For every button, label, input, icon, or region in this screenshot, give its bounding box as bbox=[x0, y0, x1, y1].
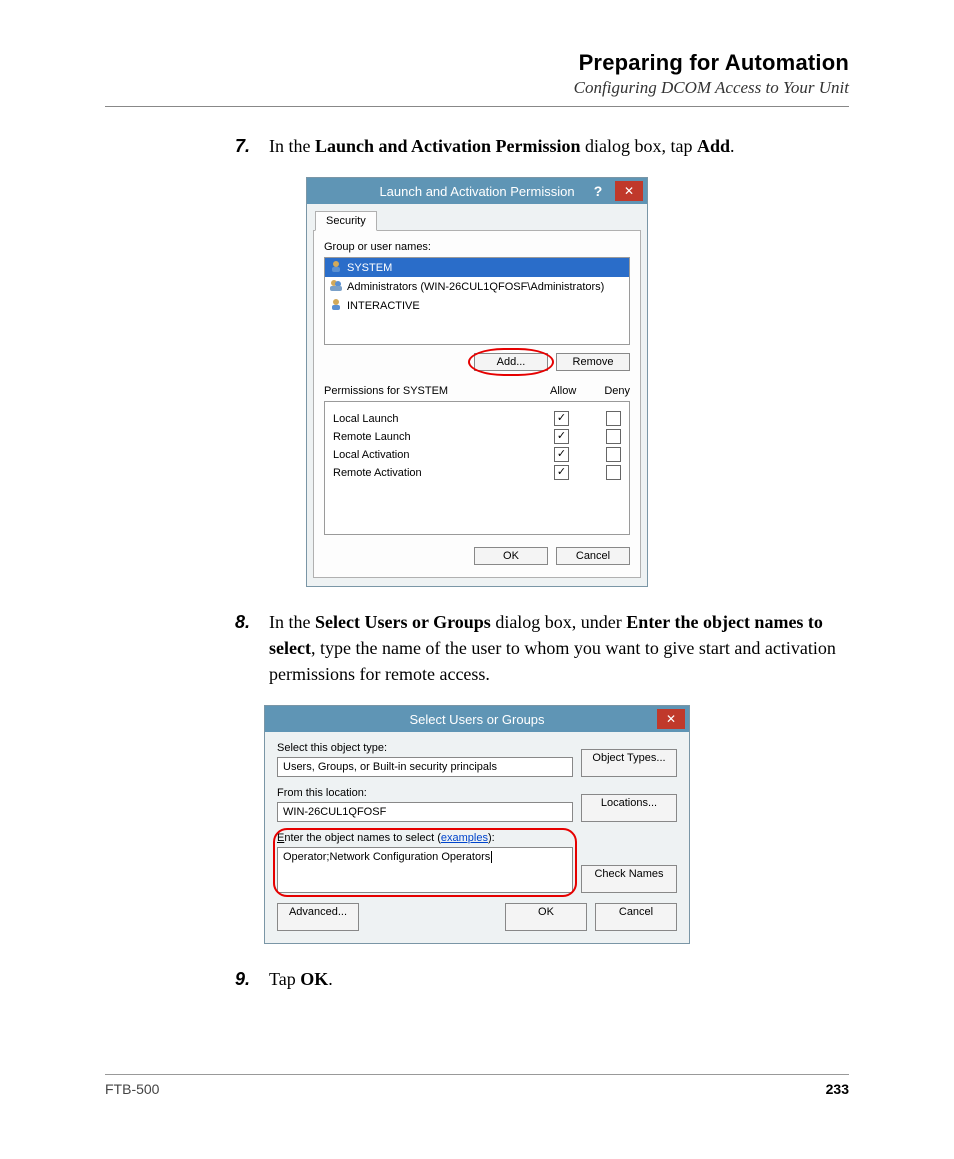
location-label: From this location: bbox=[277, 787, 573, 799]
text: Tap bbox=[269, 969, 300, 989]
locations-button[interactable]: Locations... bbox=[581, 794, 677, 822]
user-icon bbox=[329, 297, 347, 314]
highlight-add: Add... bbox=[474, 353, 548, 371]
text: . bbox=[328, 969, 333, 989]
list-item[interactable]: INTERACTIVE bbox=[325, 296, 629, 315]
input-value: Operator;Network Configuration Operators bbox=[283, 851, 490, 863]
examples-link[interactable]: examples bbox=[441, 832, 488, 844]
text-bold: Add bbox=[697, 136, 730, 156]
advanced-button[interactable]: Advanced... bbox=[277, 903, 359, 931]
object-type-label: Select this object type: bbox=[277, 742, 573, 754]
cancel-button[interactable]: Cancel bbox=[595, 903, 677, 931]
step-9: 9. Tap OK. bbox=[235, 966, 849, 992]
ok-button[interactable]: OK bbox=[474, 547, 548, 565]
user-list[interactable]: SYSTEM Administrators (WIN-26CUL1QFOSF\Ad… bbox=[324, 257, 630, 345]
titlebar: Select Users or Groups ✕ bbox=[265, 706, 689, 732]
deny-checkbox[interactable] bbox=[606, 465, 621, 480]
text: dialog box, tap bbox=[581, 136, 697, 156]
step-number: 8. bbox=[235, 609, 269, 687]
remove-button[interactable]: Remove bbox=[556, 353, 630, 371]
dialog-title: Select Users or Groups bbox=[265, 712, 689, 727]
user-icon bbox=[329, 259, 347, 276]
close-icon[interactable]: ✕ bbox=[657, 709, 685, 729]
page-number: 233 bbox=[826, 1081, 849, 1097]
list-item-label: Administrators (WIN-26CUL1QFOSF\Administ… bbox=[347, 281, 604, 293]
deny-header: Deny bbox=[604, 385, 630, 397]
text-cursor bbox=[491, 851, 492, 863]
object-names-input[interactable]: Operator;Network Configuration Operators bbox=[277, 847, 573, 893]
dialog-launch-activation-permission: Launch and Activation Permission ? ✕ Sec… bbox=[306, 177, 648, 587]
allow-checkbox[interactable] bbox=[554, 411, 569, 426]
add-button[interactable]: Add... bbox=[474, 353, 548, 371]
object-type-field[interactable]: Users, Groups, or Built-in security prin… bbox=[277, 757, 573, 777]
permissions-header: Permissions for SYSTEM Allow Deny bbox=[324, 385, 630, 397]
allow-checkbox[interactable] bbox=[554, 429, 569, 444]
permission-row: Local Launch bbox=[333, 411, 621, 426]
deny-checkbox[interactable] bbox=[606, 411, 621, 426]
enter-names-label: Enter the object names to select (exampl… bbox=[277, 832, 573, 844]
permission-name: Local Launch bbox=[333, 413, 554, 425]
location-field[interactable]: WIN-26CUL1QFOSF bbox=[277, 802, 573, 822]
cancel-button[interactable]: Cancel bbox=[556, 547, 630, 565]
permission-row: Remote Launch bbox=[333, 429, 621, 444]
user-icon bbox=[329, 278, 347, 295]
tab-security[interactable]: Security bbox=[315, 211, 377, 231]
permission-name: Local Activation bbox=[333, 449, 554, 461]
footer-model: FTB-500 bbox=[105, 1081, 159, 1097]
text: , type the name of the user to whom you … bbox=[269, 638, 836, 684]
titlebar: Launch and Activation Permission ? ✕ bbox=[307, 178, 647, 204]
text-bold: Select Users or Groups bbox=[315, 612, 491, 632]
object-types-button[interactable]: Object Types... bbox=[581, 749, 677, 777]
text: In the bbox=[269, 136, 315, 156]
step-text: Tap OK. bbox=[269, 966, 849, 992]
text-bold: OK bbox=[300, 969, 328, 989]
permissions-list: Local Launch Remote Launch Local Activatio… bbox=[324, 401, 630, 535]
allow-checkbox[interactable] bbox=[554, 447, 569, 462]
text: In the bbox=[269, 612, 315, 632]
step-7: 7. In the Launch and Activation Permissi… bbox=[235, 133, 849, 159]
list-item[interactable]: SYSTEM bbox=[325, 258, 629, 277]
permission-name: Remote Launch bbox=[333, 431, 554, 443]
dialog-select-users-or-groups: Select Users or Groups ✕ Select this obj… bbox=[264, 705, 690, 944]
page-footer: FTB-500 233 bbox=[105, 1074, 849, 1097]
check-names-button[interactable]: Check Names bbox=[581, 865, 677, 893]
allow-header: Allow bbox=[550, 385, 576, 397]
figure-launch-permission: Launch and Activation Permission ? ✕ Sec… bbox=[105, 177, 849, 587]
page-header: Preparing for Automation Configuring DCO… bbox=[105, 50, 849, 98]
permission-name: Remote Activation bbox=[333, 467, 554, 479]
deny-checkbox[interactable] bbox=[606, 447, 621, 462]
permission-row: Remote Activation bbox=[333, 465, 621, 480]
ok-button[interactable]: OK bbox=[505, 903, 587, 931]
section-title: Configuring DCOM Access to Your Unit bbox=[105, 78, 849, 98]
figure-select-users: Select Users or Groups ✕ Select this obj… bbox=[105, 705, 849, 944]
list-item[interactable]: Administrators (WIN-26CUL1QFOSF\Administ… bbox=[325, 277, 629, 296]
deny-checkbox[interactable] bbox=[606, 429, 621, 444]
step-8: 8. In the Select Users or Groups dialog … bbox=[235, 609, 849, 687]
tab-panel: Group or user names: SYSTEM Administrator… bbox=[313, 230, 641, 578]
permission-row: Local Activation bbox=[333, 447, 621, 462]
list-item-label: INTERACTIVE bbox=[347, 300, 420, 312]
header-rule bbox=[105, 106, 849, 107]
text-bold: Launch and Activation Permission bbox=[315, 136, 581, 156]
close-icon[interactable]: ✕ bbox=[615, 181, 643, 201]
help-icon[interactable]: ? bbox=[585, 178, 611, 204]
chapter-title: Preparing for Automation bbox=[105, 50, 849, 76]
group-label: Group or user names: bbox=[324, 241, 630, 253]
list-item-label: SYSTEM bbox=[347, 262, 392, 274]
step-text: In the Select Users or Groups dialog box… bbox=[269, 609, 849, 687]
step-number: 9. bbox=[235, 966, 269, 992]
text: . bbox=[730, 136, 735, 156]
text: dialog box, under bbox=[491, 612, 626, 632]
permissions-for-label: Permissions for SYSTEM bbox=[324, 385, 448, 397]
step-text: In the Launch and Activation Permission … bbox=[269, 133, 849, 159]
step-number: 7. bbox=[235, 133, 269, 159]
highlight-object-names: Enter the object names to select (exampl… bbox=[277, 832, 573, 893]
allow-checkbox[interactable] bbox=[554, 465, 569, 480]
